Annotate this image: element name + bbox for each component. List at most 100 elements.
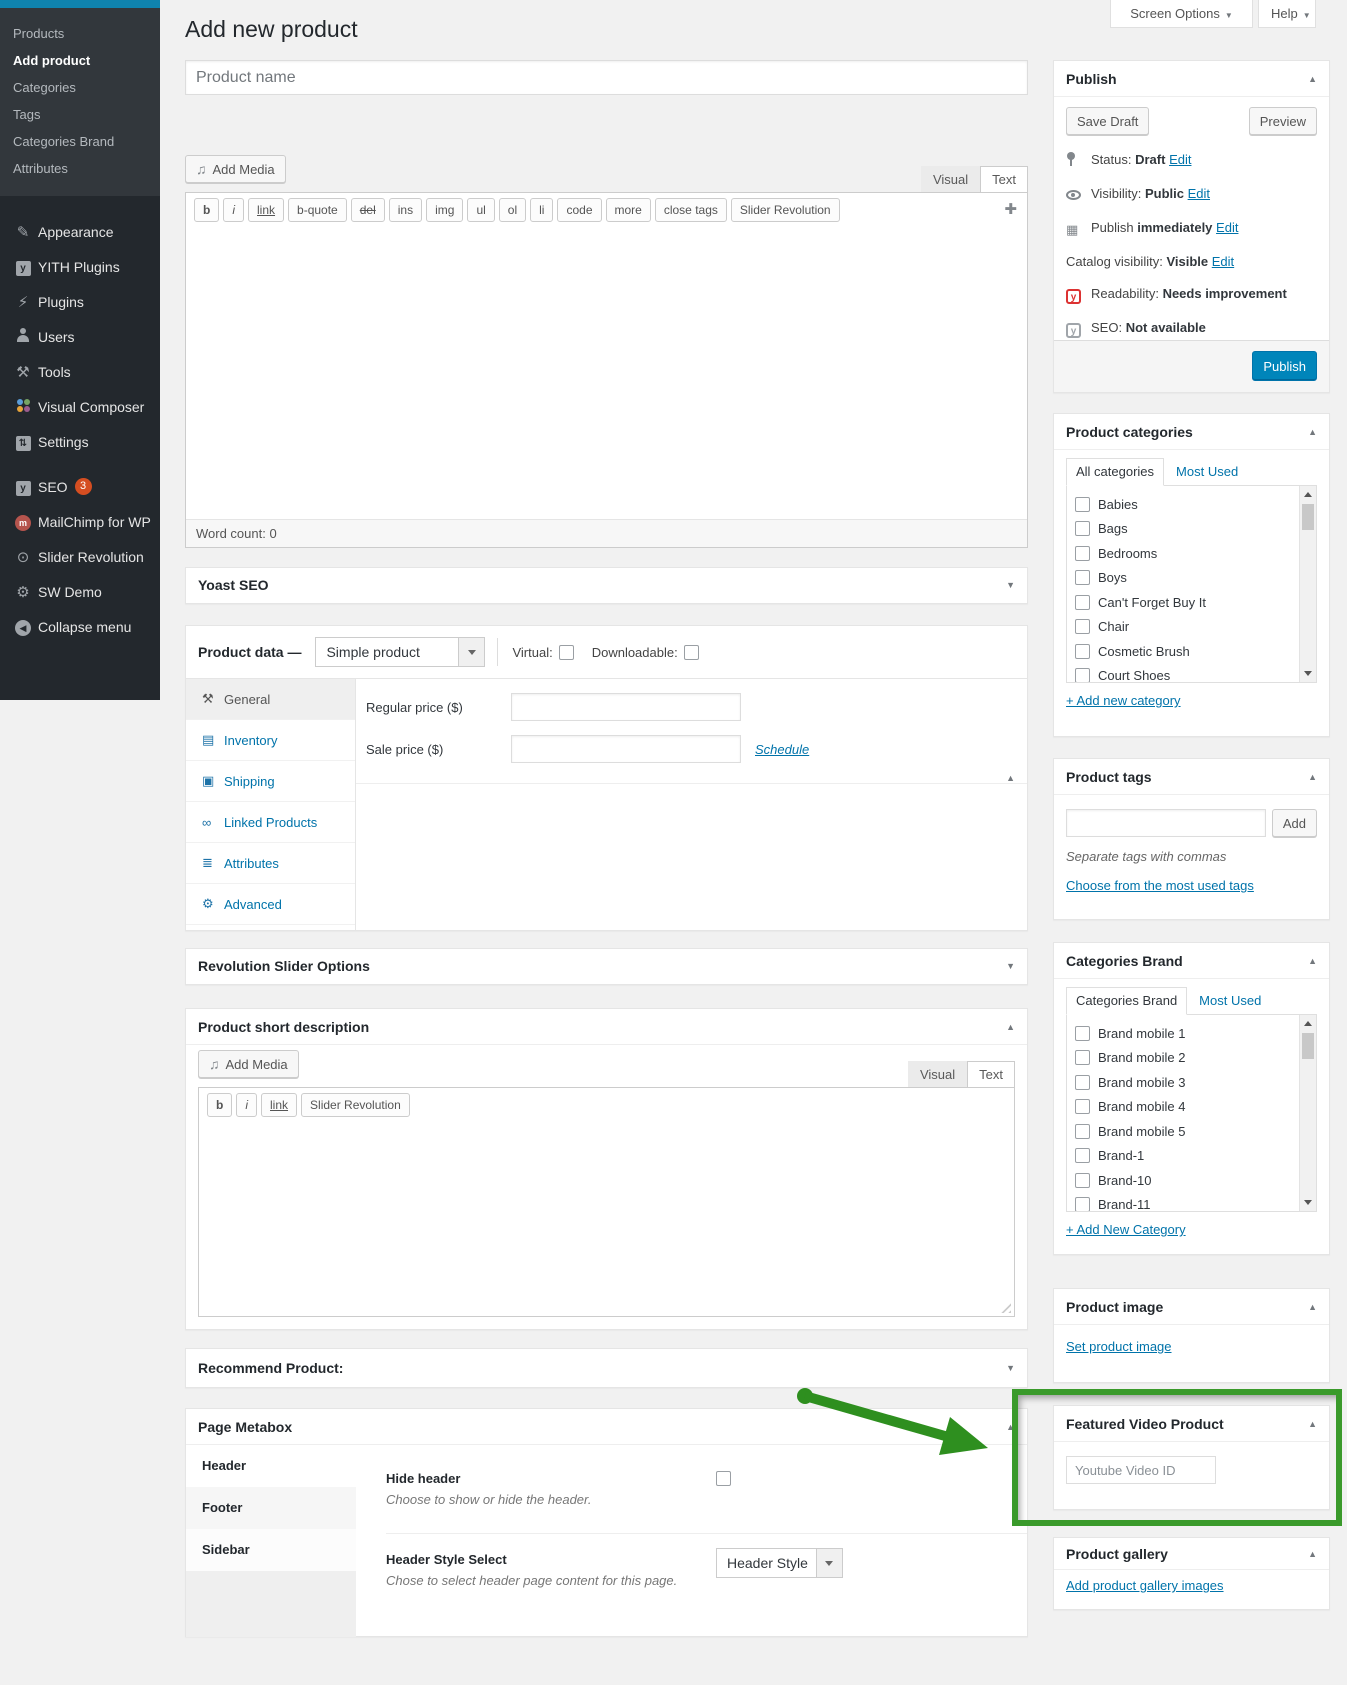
tab-visual[interactable]: Visual (907, 1061, 968, 1087)
downloadable-checkbox[interactable] (683, 644, 699, 660)
collapse-toggle[interactable]: ▲ (1308, 1289, 1317, 1324)
sidebar-item-add-product[interactable]: Add product (0, 47, 160, 74)
del-button[interactable]: del (350, 198, 385, 222)
edit-publish-date-link[interactable]: Edit (1216, 220, 1238, 235)
collapse-toggle[interactable]: ▲ (1006, 1009, 1015, 1044)
tab-most-used[interactable]: Most Used (1187, 988, 1273, 1014)
checkbox[interactable] (1075, 619, 1090, 635)
scroll-up-icon[interactable] (1300, 487, 1316, 502)
add-media-button[interactable]: ♫ Add Media (185, 155, 286, 183)
brand-item[interactable]: Brand-1 (1075, 1144, 1292, 1169)
tag-input[interactable] (1066, 809, 1266, 837)
more-button[interactable]: more (605, 198, 651, 222)
fullscreen-icon[interactable]: ✚ (1004, 200, 1017, 218)
brand-item[interactable]: Brand-11 (1075, 1193, 1292, 1211)
collapse-toggle[interactable]: ▼ (1006, 949, 1015, 984)
brand-item[interactable]: Brand mobile 2 (1075, 1046, 1292, 1071)
schedule-link[interactable]: Schedule (755, 742, 809, 757)
sidebar-item-sw-demo[interactable]: ⚙ SW Demo (0, 574, 160, 609)
regular-price-input[interactable] (511, 693, 741, 721)
sidebar-item-tags[interactable]: Tags (0, 101, 160, 128)
checkbox[interactable] (1075, 1050, 1090, 1066)
category-item[interactable]: Chair (1075, 615, 1292, 640)
tab-all-categories[interactable]: All categories (1066, 458, 1165, 486)
checkbox[interactable] (1075, 594, 1090, 610)
collapse-toggle[interactable]: ▲ (1308, 943, 1317, 978)
category-item[interactable]: Bags (1075, 517, 1292, 542)
brand-item[interactable]: Brand-10 (1075, 1168, 1292, 1193)
code-button[interactable]: code (557, 198, 602, 222)
scrollbar[interactable] (1299, 486, 1316, 682)
checkbox[interactable] (1075, 643, 1090, 659)
preview-button[interactable]: Preview (1248, 107, 1317, 135)
tab-categories-brand[interactable]: Categories Brand (1066, 987, 1188, 1015)
tab-general[interactable]: ⚒ General (186, 679, 355, 720)
checkbox[interactable] (1075, 1123, 1090, 1139)
choose-most-used-tags-link[interactable]: Choose from the most used tags (1066, 878, 1254, 893)
brand-item[interactable]: Brand mobile 4 (1075, 1095, 1292, 1120)
checkbox[interactable] (1075, 545, 1090, 561)
sidebar-item-collapse-menu[interactable]: ◀ Collapse menu (0, 609, 160, 644)
scroll-down-icon[interactable] (1300, 1195, 1316, 1210)
sidebar-item-appearance[interactable]: ✎ Appearance (0, 214, 160, 249)
sidebar-item-settings[interactable]: ⇅ Settings (0, 424, 160, 459)
add-new-category-link[interactable]: + Add new category (1066, 693, 1181, 708)
tab-text[interactable]: Text (980, 166, 1028, 192)
checkbox[interactable] (1075, 668, 1090, 682)
checkbox[interactable] (1075, 521, 1090, 537)
tab-footer[interactable]: Footer (186, 1487, 356, 1529)
category-item[interactable]: Boys (1075, 566, 1292, 591)
sidebar-item-users[interactable]: Users (0, 319, 160, 354)
set-product-image-link[interactable]: Set product image (1066, 1339, 1172, 1354)
brand-item[interactable]: Brand mobile 3 (1075, 1070, 1292, 1095)
checkbox[interactable] (1075, 1099, 1090, 1115)
slider-revolution-button[interactable]: Slider Revolution (730, 198, 840, 222)
brand-item[interactable]: Brand mobile 5 (1075, 1119, 1292, 1144)
collapse-toggle[interactable]: ▲ (1308, 414, 1317, 449)
collapse-toggle[interactable]: ▲ (1308, 1538, 1317, 1569)
add-tag-button[interactable]: Add (1271, 809, 1317, 837)
category-item[interactable]: Cosmetic Brush (1075, 639, 1292, 664)
li-button[interactable]: li (530, 198, 554, 222)
sidebar-item-slider-revolution[interactable]: ⊙ Slider Revolution (0, 539, 160, 574)
collapse-toggle[interactable]: ▼ (1006, 568, 1015, 603)
add-new-category-link[interactable]: + Add New Category (1066, 1222, 1186, 1237)
collapse-toggle[interactable]: ▲ (1006, 1409, 1015, 1444)
link-button[interactable]: link (261, 1093, 298, 1117)
virtual-checkbox[interactable] (558, 644, 574, 660)
blockquote-button[interactable]: b-quote (288, 198, 347, 222)
tab-text[interactable]: Text (967, 1061, 1015, 1087)
youtube-video-id-input[interactable] (1066, 1456, 1216, 1484)
ul-button[interactable]: ul (467, 198, 495, 222)
category-item[interactable]: Court Shoes (1075, 664, 1292, 682)
add-media-button[interactable]: ♫ Add Media (198, 1050, 299, 1078)
sidebar-item-categories-brand[interactable]: Categories Brand (0, 128, 160, 155)
scroll-down-icon[interactable] (1300, 666, 1316, 681)
tab-inventory[interactable]: ▤ Inventory (186, 720, 355, 761)
sidebar-item-mailchimp[interactable]: m MailChimp for WP (0, 504, 160, 539)
sidebar-item-attributes[interactable]: Attributes (0, 155, 160, 182)
sidebar-item-products[interactable]: Products (0, 20, 160, 47)
edit-visibility-link[interactable]: Edit (1188, 186, 1210, 201)
edit-catalog-visibility-link[interactable]: Edit (1212, 254, 1234, 269)
tab-most-used[interactable]: Most Used (1164, 459, 1250, 485)
sidebar-item-categories[interactable]: Categories (0, 74, 160, 101)
scrollbar[interactable] (1299, 1015, 1316, 1211)
help-button[interactable]: Help ▼ (1258, 0, 1316, 28)
header-style-select[interactable]: Header Style (716, 1548, 843, 1578)
category-item[interactable]: Babies (1075, 492, 1292, 517)
publish-button[interactable]: Publish (1252, 351, 1317, 381)
ins-button[interactable]: ins (388, 198, 423, 222)
link-button[interactable]: link (248, 198, 285, 222)
scrollbar-thumb[interactable] (1302, 504, 1314, 530)
product-type-select[interactable]: Simple product (315, 637, 486, 667)
tab-visual[interactable]: Visual (920, 166, 981, 192)
add-product-gallery-images-link[interactable]: Add product gallery images (1066, 1578, 1224, 1593)
bold-button[interactable]: b (207, 1093, 233, 1117)
brand-item[interactable]: Brand mobile 1 (1075, 1021, 1292, 1046)
checkbox[interactable] (1075, 570, 1090, 586)
resize-handle[interactable] (999, 1301, 1011, 1313)
short-description-textarea[interactable] (199, 1122, 1014, 1316)
scroll-up-icon[interactable] (1300, 1016, 1316, 1031)
italic-button[interactable]: i (236, 1093, 258, 1117)
